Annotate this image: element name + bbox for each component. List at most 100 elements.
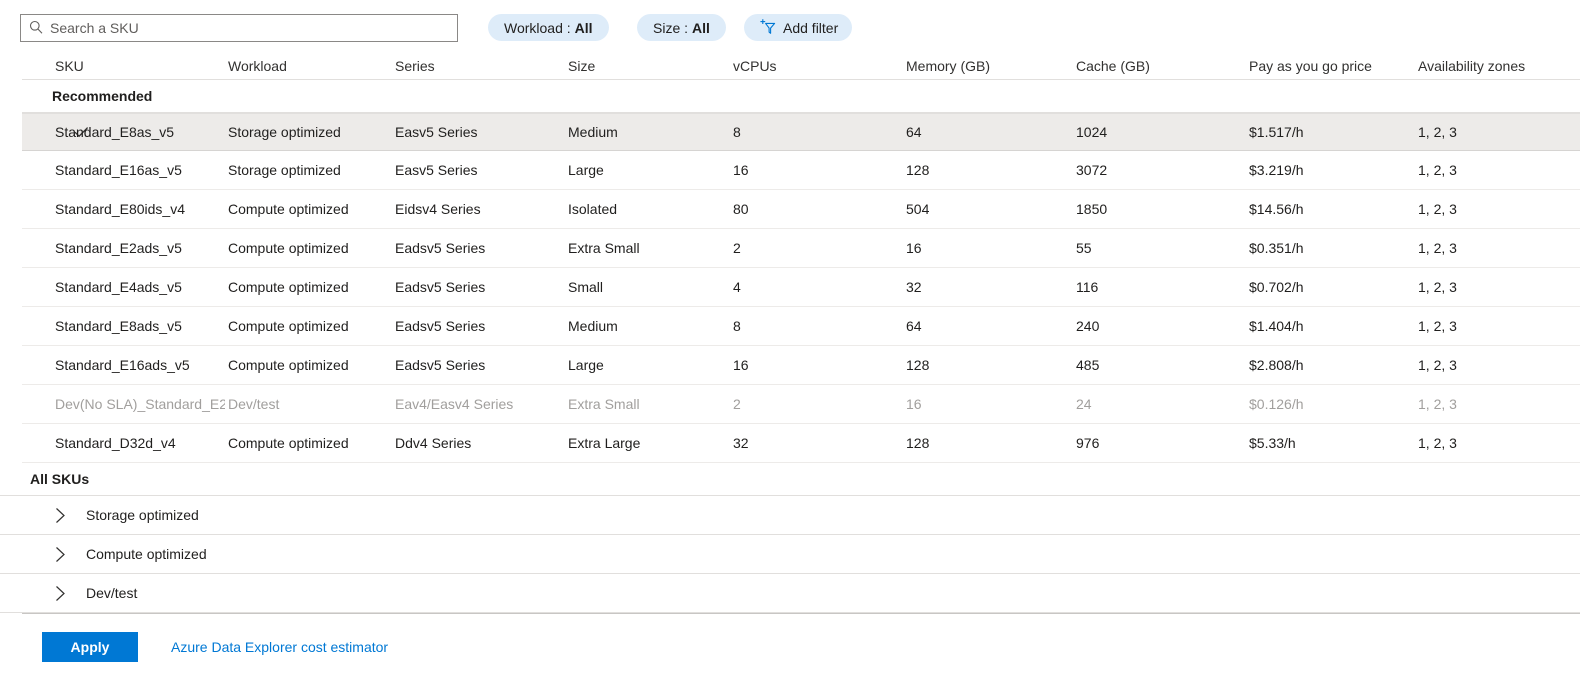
cell-vcpus: 2: [733, 396, 741, 412]
column-header-workload[interactable]: Workload: [228, 58, 287, 74]
cell-zones: 1, 2, 3: [1418, 201, 1457, 217]
cell-price: $1.517/h: [1249, 124, 1304, 140]
cell-series: Ddv4 Series: [395, 435, 472, 451]
chevron-right-icon[interactable]: [55, 585, 66, 602]
cell-series: Easv5 Series: [395, 124, 478, 140]
cell-cache: 1850: [1076, 201, 1108, 217]
cell-workload: Compute optimized: [228, 201, 349, 217]
group-header-recommended: Recommended: [22, 80, 1580, 113]
cell-size: Extra Small: [568, 396, 640, 412]
filter-pill-size-label: Size :: [653, 19, 689, 36]
cell-workload: Compute optimized: [228, 318, 349, 334]
cell-size: Extra Small: [568, 240, 640, 256]
cell-size: Medium: [568, 124, 618, 140]
filter-pill-workload-value: All: [574, 19, 593, 36]
cell-sku: Standard_E16as_v5: [55, 162, 182, 178]
cell-workload: Storage optimized: [228, 124, 341, 140]
cell-zones: 1, 2, 3: [1418, 357, 1457, 373]
filter-pill-workload[interactable]: Workload : All: [488, 14, 609, 41]
search-icon: [29, 20, 50, 37]
cell-cache: 1024: [1076, 124, 1108, 140]
cell-price: $0.126/h: [1249, 396, 1304, 412]
cell-zones: 1, 2, 3: [1418, 162, 1457, 178]
expandable-group-row[interactable]: Storage optimized: [0, 496, 1580, 535]
cell-memory: 32: [906, 279, 922, 295]
column-header-memory[interactable]: Memory (GB): [906, 58, 990, 74]
expandable-group-row[interactable]: Dev/test: [0, 574, 1580, 613]
cell-zones: 1, 2, 3: [1418, 279, 1457, 295]
expandable-group-label: Storage optimized: [86, 507, 199, 523]
cell-series: Eadsv5 Series: [395, 357, 486, 373]
cell-workload: Compute optimized: [228, 435, 349, 451]
search-input[interactable]: [50, 20, 449, 36]
cell-cache: 55: [1076, 240, 1092, 256]
cell-vcpus: 16: [733, 162, 749, 178]
table-row: Dev(No SLA)_Standard_E2a_v4Dev/test Eav4/…: [22, 385, 1580, 424]
table-row[interactable]: Standard_E4ads_v5 Compute optimized Eadsv5…: [22, 268, 1580, 307]
cell-price: $2.808/h: [1249, 357, 1304, 373]
chevron-right-icon[interactable]: [55, 507, 66, 524]
cell-sku: Standard_E2ads_v5: [55, 240, 182, 256]
cell-series: Eadsv5 Series: [395, 318, 486, 334]
cell-memory: 16: [906, 240, 922, 256]
cell-memory: 128: [906, 357, 930, 373]
cell-memory: 64: [906, 124, 922, 140]
column-header-sku[interactable]: SKU: [55, 58, 84, 74]
cell-workload: Dev/test: [228, 396, 280, 412]
table-row[interactable]: Standard_D32d_v4 Compute optimized Ddv4 Se…: [22, 424, 1580, 463]
expandable-group-label: Dev/test: [86, 585, 138, 601]
column-header-price[interactable]: Pay as you go price: [1249, 58, 1372, 74]
cell-vcpus: 32: [733, 435, 749, 451]
cell-vcpus: 8: [733, 318, 741, 334]
cell-price: $14.56/h: [1249, 201, 1304, 217]
column-header-size[interactable]: Size: [568, 58, 595, 74]
group-header-all-skus: All SKUs: [0, 463, 1580, 496]
cell-cache: 116: [1076, 279, 1099, 295]
cell-size: Large: [568, 162, 604, 178]
filter-pill-size[interactable]: Size : All: [637, 14, 726, 41]
table-row[interactable]: Standard_E8as_v5 Storage optimized Easv5 S…: [22, 113, 1580, 151]
table-row[interactable]: Standard_E2ads_v5 Compute optimized Eadsv5…: [22, 229, 1580, 268]
cell-size: Extra Large: [568, 435, 641, 451]
table-row[interactable]: Standard_E16as_v5 Storage optimized Easv5 …: [22, 151, 1580, 190]
table-row[interactable]: Standard_E80ids_v4 Compute optimized Eidsv…: [22, 190, 1580, 229]
cell-sku: Standard_E4ads_v5: [55, 279, 182, 295]
column-header-vcpus[interactable]: vCPUs: [733, 58, 777, 74]
chevron-right-icon[interactable]: [55, 546, 66, 563]
cell-price: $3.219/h: [1249, 162, 1304, 178]
apply-button[interactable]: Apply: [42, 632, 138, 662]
cell-sku: Standard_E8as_v5: [55, 124, 175, 140]
cell-vcpus: 4: [733, 279, 741, 295]
cell-size: Medium: [568, 318, 618, 334]
table-row[interactable]: Standard_E16ads_v5 Compute optimized Eadsv…: [22, 346, 1580, 385]
cell-zones: 1, 2, 3: [1418, 396, 1457, 412]
cell-cache: 24: [1076, 396, 1092, 412]
cell-size: Small: [568, 279, 604, 295]
expandable-group-row[interactable]: Compute optimized: [0, 535, 1580, 574]
cell-price: $5.33/h: [1249, 435, 1296, 451]
cell-vcpus: 8: [733, 124, 741, 140]
footer: Apply Azure Data Explorer cost estimator: [0, 614, 1580, 674]
cell-sku: Standard_D32d_v4: [55, 435, 176, 451]
table-row[interactable]: Standard_E8ads_v5 Compute optimized Eadsv5…: [22, 307, 1580, 346]
cost-estimator-link[interactable]: Azure Data Explorer cost estimator: [171, 639, 388, 655]
cell-workload: Compute optimized: [228, 279, 349, 295]
cell-size: Large: [568, 357, 604, 373]
cell-memory: 128: [906, 435, 930, 451]
cell-memory: 128: [906, 162, 930, 178]
search-box[interactable]: [20, 14, 458, 42]
add-filter-label: Add filter: [783, 19, 839, 36]
filter-pill-workload-label: Workload :: [504, 19, 571, 36]
add-filter-button[interactable]: Add filter: [744, 14, 853, 41]
table-body: Recommended Standard_E8as_v5 Storage optim…: [0, 80, 1580, 613]
column-header-series[interactable]: Series: [395, 58, 435, 74]
cell-price: $1.404/h: [1249, 318, 1304, 334]
cell-vcpus: 80: [733, 201, 749, 217]
cell-cache: 240: [1076, 318, 1100, 334]
cell-sku: Standard_E80ids_v4: [55, 201, 185, 217]
cell-price: $0.702/h: [1249, 279, 1304, 295]
cell-zones: 1, 2, 3: [1418, 435, 1457, 451]
column-header-cache[interactable]: Cache (GB): [1076, 58, 1150, 74]
filter-toolbar: Workload : All Size : All Add filter: [0, 0, 1580, 50]
column-header-zones[interactable]: Availability zones: [1418, 58, 1525, 74]
